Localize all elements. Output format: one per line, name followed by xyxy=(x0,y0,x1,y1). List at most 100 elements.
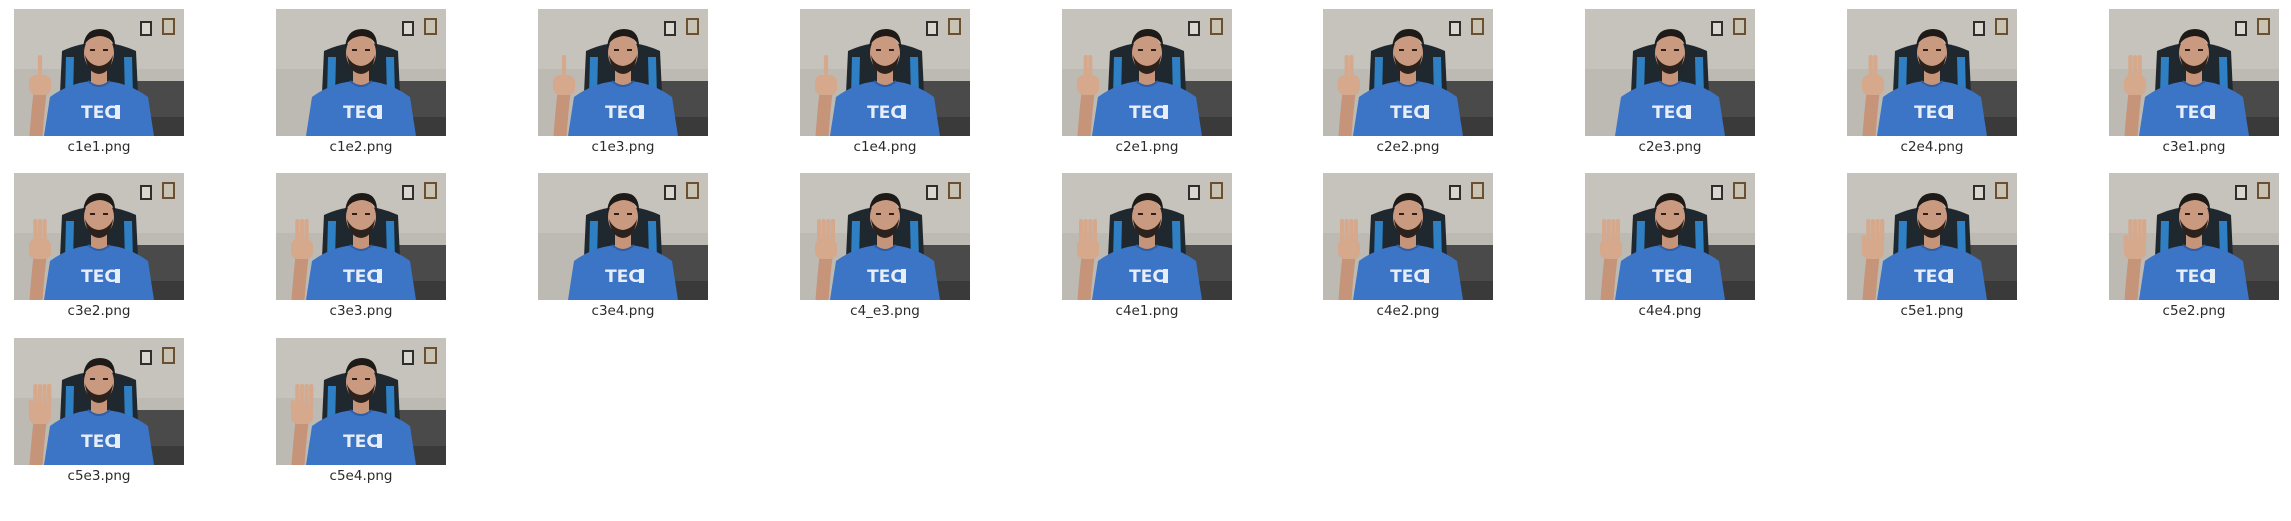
finger-icon xyxy=(1880,219,1885,243)
finger-icon xyxy=(28,400,33,412)
webcam-photo-icon: TEC xyxy=(1323,9,1493,136)
finger-icon xyxy=(1088,55,1093,79)
finger-icon xyxy=(309,384,314,408)
file-name-label: c5e3.png xyxy=(67,468,131,484)
finger-icon xyxy=(1340,219,1345,243)
webcam-photo-icon: TEC xyxy=(14,173,184,300)
svg-text:TEC: TEC xyxy=(1652,267,1688,287)
image-thumbnail[interactable]: TEC xyxy=(276,173,446,300)
finger-icon xyxy=(1873,55,1878,79)
finger-icon xyxy=(2132,55,2138,79)
image-thumbnail[interactable]: TEC xyxy=(2109,173,2279,300)
finger-icon xyxy=(299,219,305,243)
file-item-18[interactable]: TEC c5e2.png xyxy=(2109,173,2279,328)
svg-text:TEC: TEC xyxy=(867,103,903,123)
file-item-17[interactable]: TEC c5e1.png xyxy=(1847,173,2017,328)
file-item-7[interactable]: TEC c2e3.png xyxy=(1585,9,1755,164)
webcam-photo-icon: TEC xyxy=(2109,173,2279,300)
file-item-12[interactable]: TEC c3e4.png xyxy=(538,173,708,328)
finger-icon xyxy=(1083,219,1088,243)
svg-text:TEC: TEC xyxy=(343,103,379,123)
webcam-photo-icon: TEC xyxy=(276,9,446,136)
image-thumbnail[interactable]: TEC xyxy=(1847,173,2017,300)
finger-icon xyxy=(1861,235,1866,247)
finger-icon xyxy=(304,219,309,243)
file-item-4[interactable]: TEC c1e4.png xyxy=(800,9,970,164)
webcam-photo-icon: TEC xyxy=(276,173,446,300)
image-thumbnail[interactable]: TEC xyxy=(538,9,708,136)
image-thumbnail[interactable]: TEC xyxy=(1062,173,1232,300)
file-name-label: c2e2.png xyxy=(1376,139,1440,155)
file-item-10[interactable]: TEC c3e2.png xyxy=(14,173,184,328)
file-item-20[interactable]: TEC c5e4.png xyxy=(276,338,446,493)
finger-icon xyxy=(47,384,52,408)
finger-icon xyxy=(2137,55,2142,79)
svg-text:TEC: TEC xyxy=(81,267,117,287)
file-name-label: c4_e3.png xyxy=(850,303,920,319)
webcam-photo-icon: TEC xyxy=(14,338,184,465)
finger-icon xyxy=(2123,235,2128,247)
svg-text:TEC: TEC xyxy=(81,103,117,123)
image-thumbnail[interactable]: TEC xyxy=(1847,9,2017,136)
image-thumbnail[interactable]: TEC xyxy=(1585,173,1755,300)
webcam-photo-icon: TEC xyxy=(800,9,970,136)
finger-icon xyxy=(826,219,831,243)
svg-text:TEC: TEC xyxy=(2176,103,2212,123)
finger-icon xyxy=(1344,55,1349,79)
webcam-photo-icon: TEC xyxy=(538,9,708,136)
image-thumbnail[interactable]: TEC xyxy=(2109,9,2279,136)
finger-icon xyxy=(1602,219,1607,243)
file-name-label: c4e4.png xyxy=(1638,303,1702,319)
svg-text:TEC: TEC xyxy=(81,432,117,452)
image-thumbnail[interactable]: TEC xyxy=(14,173,184,300)
image-thumbnail[interactable]: TEC xyxy=(800,173,970,300)
file-item-5[interactable]: TEC c2e1.png xyxy=(1062,9,1232,164)
file-item-9[interactable]: TEC c3e1.png xyxy=(2109,9,2279,164)
finger-icon xyxy=(561,55,567,79)
finger-icon xyxy=(1349,219,1354,243)
image-thumbnail[interactable]: TEC xyxy=(1062,9,1232,136)
file-item-8[interactable]: TEC c2e4.png xyxy=(1847,9,2017,164)
image-thumbnail[interactable]: TEC xyxy=(1323,9,1493,136)
finger-icon xyxy=(2137,219,2142,243)
image-thumbnail[interactable]: TEC xyxy=(14,9,184,136)
file-item-13[interactable]: TEC c4_e3.png xyxy=(800,173,970,328)
finger-icon xyxy=(1088,219,1093,243)
finger-icon xyxy=(1079,219,1084,243)
image-thumbnail[interactable]: TEC xyxy=(1585,9,1755,136)
image-thumbnail[interactable]: TEC xyxy=(14,338,184,465)
svg-text:TEC: TEC xyxy=(1129,267,1165,287)
finger-icon xyxy=(1615,219,1620,243)
image-thumbnail[interactable]: TEC xyxy=(276,9,446,136)
svg-text:TEC: TEC xyxy=(1390,267,1426,287)
finger-icon xyxy=(1349,55,1354,79)
svg-text:TEC: TEC xyxy=(605,103,641,123)
finger-icon xyxy=(821,219,826,243)
image-thumbnail[interactable]: TEC xyxy=(538,173,708,300)
file-item-6[interactable]: TEC c2e2.png xyxy=(1323,9,1493,164)
image-thumbnail[interactable]: TEC xyxy=(276,338,446,465)
finger-icon xyxy=(42,219,47,243)
file-item-2[interactable]: TEC c1e2.png xyxy=(276,9,446,164)
image-thumbnail[interactable]: TEC xyxy=(1323,173,1493,300)
finger-icon xyxy=(1611,219,1616,243)
finger-icon xyxy=(2132,219,2138,243)
file-name-label: c5e1.png xyxy=(1900,303,1964,319)
file-name-label: c1e3.png xyxy=(591,139,655,155)
svg-text:TEC: TEC xyxy=(1390,103,1426,123)
finger-icon xyxy=(1870,219,1876,243)
finger-icon xyxy=(817,219,822,243)
file-item-11[interactable]: TEC c3e3.png xyxy=(276,173,446,328)
file-item-15[interactable]: TEC c4e2.png xyxy=(1323,173,1493,328)
image-thumbnail[interactable]: TEC xyxy=(800,9,970,136)
file-item-16[interactable]: TEC c4e4.png xyxy=(1585,173,1755,328)
file-item-14[interactable]: TEC c4e1.png xyxy=(1062,173,1232,328)
webcam-photo-icon: TEC xyxy=(1062,173,1232,300)
webcam-photo-icon: TEC xyxy=(276,338,446,465)
file-item-3[interactable]: TEC c1e3.png xyxy=(538,9,708,164)
finger-icon xyxy=(1092,219,1097,243)
file-item-1[interactable]: TEC c1e1.png xyxy=(14,9,184,164)
file-item-19[interactable]: TEC c5e3.png xyxy=(14,338,184,493)
finger-icon xyxy=(295,384,300,408)
finger-icon xyxy=(37,384,43,408)
